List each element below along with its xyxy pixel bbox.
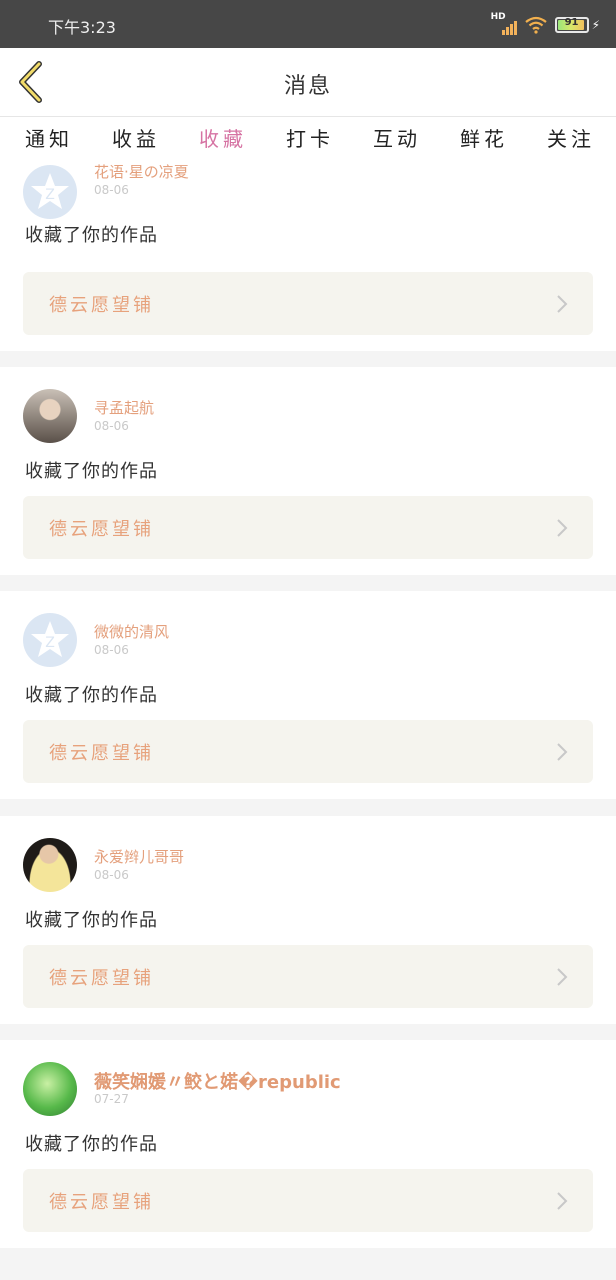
action-text: 收藏了你的作品 xyxy=(25,910,158,931)
chevron-right-icon xyxy=(557,743,568,761)
message-date: 08-06 xyxy=(94,419,129,433)
work-title: 德云愿望铺 xyxy=(49,519,154,540)
wifi-icon xyxy=(524,16,547,34)
tab-flowers[interactable]: 鲜花 xyxy=(460,123,508,152)
user-name[interactable]: 寻孟起航 xyxy=(94,397,154,418)
tab-following[interactable]: 关注 xyxy=(547,123,595,152)
status-icons: HD 91 ⚡ xyxy=(491,12,600,36)
tab-earnings[interactable]: 收益 xyxy=(112,123,160,152)
svg-text:Z: Z xyxy=(45,187,55,203)
list-item: 永爱辫儿哥哥 08-06 收藏了你的作品 德云愿望铺 xyxy=(0,816,616,1024)
status-bar: 下午3:23 HD 91 ⚡ xyxy=(0,0,616,48)
list-item: 寻孟起航 08-06 收藏了你的作品 德云愿望铺 xyxy=(0,367,616,575)
work-link[interactable]: 德云愿望铺 xyxy=(23,720,593,783)
avatar[interactable]: Z xyxy=(23,165,77,219)
action-text: 收藏了你的作品 xyxy=(25,1134,158,1155)
message-date: 08-06 xyxy=(94,643,129,657)
chevron-right-icon xyxy=(557,295,568,313)
action-text: 收藏了你的作品 xyxy=(25,461,158,482)
user-name[interactable]: 花语·星の凉夏 xyxy=(94,161,189,182)
work-link[interactable]: 德云愿望铺 xyxy=(23,945,593,1008)
chevron-right-icon xyxy=(557,519,568,537)
list-item: Z 花语·星の凉夏 08-06 收藏了你的作品 德云愿望铺 xyxy=(0,151,616,351)
tab-favorites[interactable]: 收藏 xyxy=(199,123,247,152)
avatar[interactable] xyxy=(23,1062,77,1116)
signal-icon: HD xyxy=(491,12,517,35)
action-text: 收藏了你的作品 xyxy=(25,685,158,706)
user-name[interactable]: 永爱辫儿哥哥 xyxy=(94,846,184,867)
tab-notifications[interactable]: 通知 xyxy=(25,123,73,152)
default-avatar-icon: Z xyxy=(31,621,69,657)
user-name[interactable]: 微微的清风 xyxy=(94,621,169,642)
tab-checkin[interactable]: 打卡 xyxy=(286,123,334,152)
battery-level: 91 xyxy=(564,17,579,28)
avatar[interactable] xyxy=(23,389,77,443)
charging-icon: ⚡ xyxy=(591,18,600,32)
avatar[interactable]: Z xyxy=(23,613,77,667)
page-title: 消息 xyxy=(283,74,332,99)
chevron-right-icon xyxy=(557,1192,568,1210)
tab-interactions[interactable]: 互动 xyxy=(373,123,421,152)
svg-text:Z: Z xyxy=(45,635,55,651)
chevron-right-icon xyxy=(557,968,568,986)
list-item: Z 微微的清风 08-06 收藏了你的作品 德云愿望铺 xyxy=(0,591,616,799)
message-date: 08-06 xyxy=(94,183,129,197)
work-link[interactable]: 德云愿望铺 xyxy=(23,496,593,559)
status-time: 下午3:23 xyxy=(48,18,116,37)
action-text: 收藏了你的作品 xyxy=(25,225,158,246)
message-date: 07-27 xyxy=(94,1092,129,1106)
work-title: 德云愿望铺 xyxy=(49,743,154,764)
avatar[interactable] xyxy=(23,838,77,892)
work-title: 德云愿望铺 xyxy=(49,968,154,989)
work-link[interactable]: 德云愿望铺 xyxy=(23,272,593,335)
battery-icon: 91 xyxy=(554,17,589,33)
app-header: 消息 xyxy=(0,48,616,117)
user-name[interactable]: 薇笑娴媛〃鲛と婼�republic xyxy=(94,1068,341,1094)
list-item: 薇笑娴媛〃鲛と婼�republic 07-27 收藏了你的作品 德云愿望铺 xyxy=(0,1040,616,1248)
work-title: 德云愿望铺 xyxy=(49,1192,154,1213)
work-title: 德云愿望铺 xyxy=(49,295,154,316)
default-avatar-icon: Z xyxy=(31,173,69,209)
message-date: 08-06 xyxy=(94,868,129,882)
work-link[interactable]: 德云愿望铺 xyxy=(23,1169,593,1232)
